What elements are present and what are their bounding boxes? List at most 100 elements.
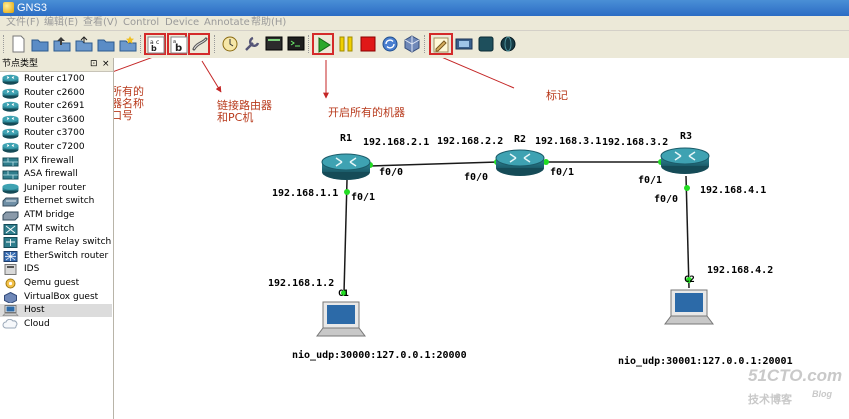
node-type-item[interactable]: Router c3700 <box>0 127 112 140</box>
virtualbox-guest-icon <box>2 291 19 303</box>
menu-edit[interactable]: 编辑(E) <box>44 16 78 30</box>
router-r3[interactable] <box>660 147 710 174</box>
arrow-add-link <box>201 60 222 93</box>
menu-file[interactable]: 文件(F) <box>6 16 40 30</box>
ip-label: 192.168.3.2 <box>602 137 669 148</box>
snapshot-icon[interactable] <box>118 34 138 54</box>
node-type-item[interactable]: ASA firewall <box>0 168 112 181</box>
node-type-item[interactable]: Router c2600 <box>0 87 112 100</box>
add-link-icon[interactable] <box>188 33 210 55</box>
qemu-guest-icon <box>2 278 19 289</box>
ip-label: 192.168.4.1 <box>700 185 767 196</box>
router-icon <box>2 115 19 126</box>
link-r3-c2[interactable] <box>685 175 690 289</box>
link-r1-c1[interactable] <box>343 179 348 294</box>
node-type-item[interactable]: Router c3600 <box>0 114 112 127</box>
host-c1[interactable] <box>316 301 366 337</box>
open-folder-icon[interactable] <box>30 34 50 54</box>
menu-device[interactable]: Device <box>165 16 199 30</box>
node-type-item[interactable]: ATM switch <box>0 223 112 236</box>
node-type-item[interactable]: IDS <box>0 263 112 276</box>
router-name-r2: R2 <box>514 134 527 145</box>
menu-view[interactable]: 查看(V) <box>83 16 118 30</box>
router-icon <box>2 74 19 85</box>
node-type-label: Cloud <box>24 318 50 329</box>
svg-text:b: b <box>151 44 157 53</box>
terminal-icon[interactable] <box>286 34 306 54</box>
show-interface-names-icon[interactable]: ab <box>167 33 188 55</box>
node-type-item[interactable]: Router c2691 <box>0 100 112 113</box>
add-note-icon[interactable] <box>429 33 453 55</box>
host-name-c2: C2 <box>684 275 695 285</box>
ip-label: 192.168.2.2 <box>437 136 504 147</box>
menu-control[interactable]: Control <box>123 16 159 30</box>
interface-label: f0/1 <box>351 192 376 203</box>
etherswitch-router-icon <box>2 250 19 262</box>
ids-icon <box>2 264 19 276</box>
node-type-item[interactable]: PIX firewall <box>0 155 112 168</box>
dark-square-icon[interactable] <box>476 34 496 54</box>
host-icon <box>2 305 19 316</box>
console-clock-icon[interactable] <box>220 34 240 54</box>
screenshot-icon[interactable] <box>454 34 474 54</box>
atm-bridge-icon <box>2 210 19 221</box>
suspend-all-icon[interactable] <box>336 34 356 54</box>
open-project-icon[interactable] <box>96 34 116 54</box>
toolbar-separator <box>214 35 218 53</box>
link-r1-r2[interactable] <box>369 161 499 167</box>
node-type-item[interactable]: Juniper router <box>0 182 112 195</box>
close-panel-icon[interactable]: × <box>102 58 110 71</box>
menu-help[interactable]: 帮助(H) <box>251 16 286 30</box>
cloud-icon <box>2 318 19 330</box>
node-type-item[interactable]: Frame Relay switch <box>0 236 112 249</box>
console-icon[interactable] <box>264 34 284 54</box>
router-r1[interactable] <box>321 153 371 180</box>
ethernet-switch-icon <box>2 196 19 207</box>
menu-annotate[interactable]: Annotate <box>204 16 250 30</box>
node-type-item[interactable]: Ethernet switch <box>0 195 112 208</box>
watermark-blog: Blog <box>812 389 832 399</box>
new-document-icon[interactable] <box>8 34 28 54</box>
atm-switch-icon <box>2 223 19 235</box>
node-type-label: PIX firewall <box>24 155 74 166</box>
node-type-item[interactable]: Host <box>0 304 112 318</box>
node-type-item[interactable]: Router c7200 <box>0 141 112 154</box>
node-type-item[interactable]: Cloud <box>0 318 112 331</box>
gns3-window: GNS3 文件(F) 编辑(E) 查看(V) Control Device An… <box>0 0 849 419</box>
stop-all-icon[interactable] <box>358 34 378 54</box>
host-c2[interactable] <box>664 289 714 325</box>
float-panel-icon[interactable]: ⊡ <box>90 58 98 71</box>
node-type-label: Router c2691 <box>24 101 85 112</box>
frame-relay-switch-icon <box>2 237 19 249</box>
topology-canvas[interactable]: 开启所有的 路由器名称 和端口号 链接路由器 和PC机 开启所有的机器 标记 R… <box>114 58 849 419</box>
panel-title: 节点类型 <box>2 59 39 69</box>
node-type-item[interactable]: ATM bridge <box>0 209 112 222</box>
save-project-icon[interactable] <box>52 34 72 54</box>
export-icon[interactable] <box>74 34 94 54</box>
node-type-item[interactable]: Router c1700 <box>0 73 112 86</box>
interface-label: f0/0 <box>654 194 679 205</box>
node-type-label: Router c3700 <box>24 128 85 139</box>
wrench-icon[interactable] <box>242 34 262 54</box>
start-all-icon[interactable] <box>312 33 334 55</box>
globe-icon[interactable] <box>498 34 518 54</box>
watermark-sub: 技术博客 <box>748 393 792 406</box>
node-type-item[interactable]: VirtualBox guest <box>0 291 112 304</box>
host-name-c1: C1 <box>338 289 349 299</box>
node-type-label: ATM switch <box>24 223 75 234</box>
interface-label: f0/0 <box>464 172 489 183</box>
toolbar-grip[interactable] <box>3 35 7 53</box>
node-type-item[interactable]: EtherSwitch router <box>0 250 112 263</box>
interface-label: f0/0 <box>379 167 404 178</box>
show-hostnames-icon[interactable]: acb <box>144 33 166 55</box>
toolbar: acb ab <box>0 31 849 59</box>
router-icon <box>2 88 19 99</box>
watermark-site: 51CTO.com <box>748 366 843 385</box>
reload-icon[interactable] <box>380 34 400 54</box>
toolbar-separator <box>424 35 428 53</box>
node-type-label: Router c3600 <box>24 114 85 125</box>
virtualbox-icon[interactable] <box>402 34 422 54</box>
node-type-label: Juniper router <box>24 182 86 193</box>
router-r2[interactable] <box>495 149 545 176</box>
node-type-item[interactable]: Qemu guest <box>0 277 112 290</box>
